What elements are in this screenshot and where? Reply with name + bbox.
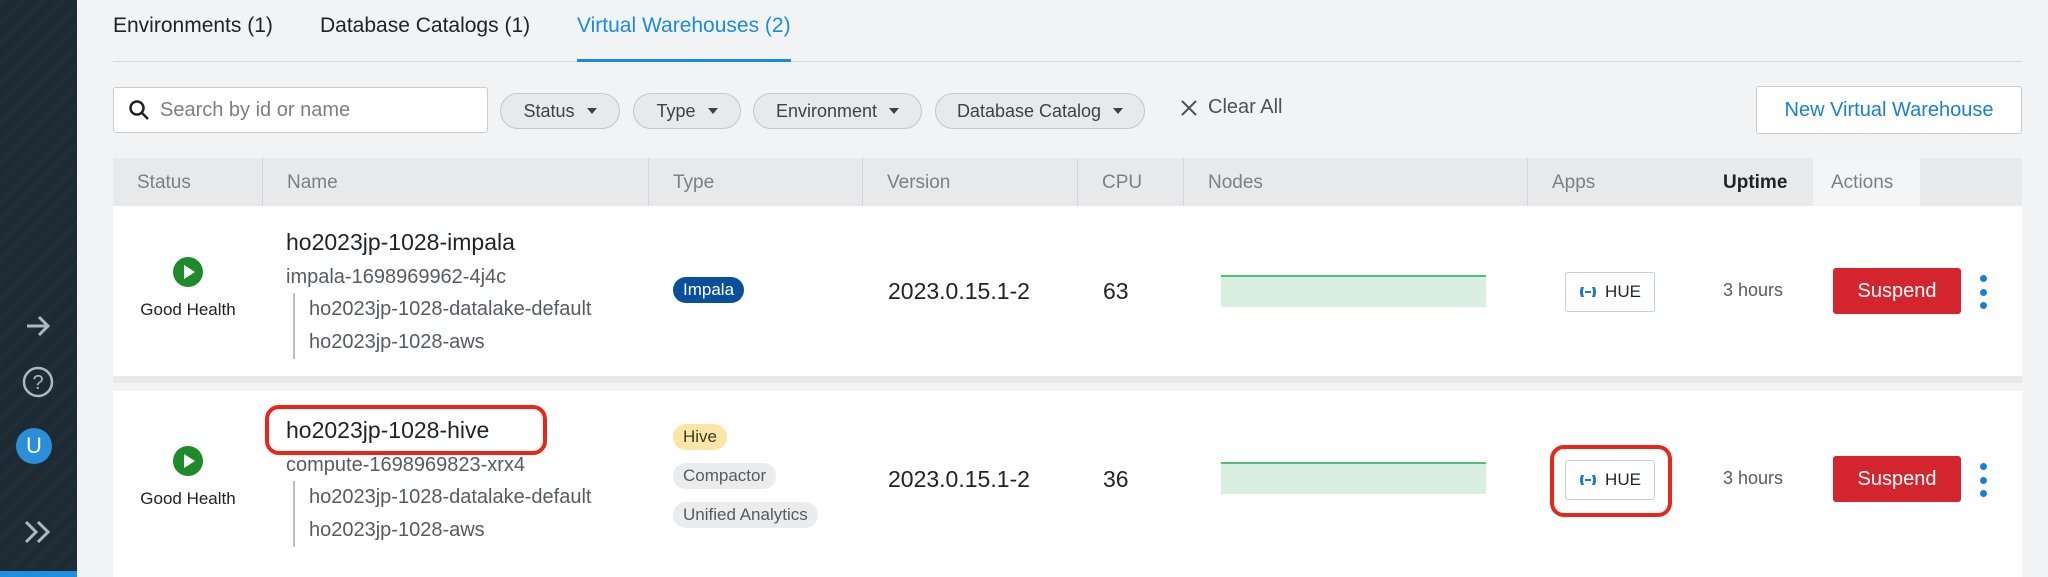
version-text: 2023.0.15.1-2 — [888, 466, 1030, 492]
type-filter[interactable]: Type — [633, 93, 741, 129]
vw-links: ho2023jp-1028-datalake-default ho2023jp-… — [293, 293, 591, 359]
col-cpu[interactable]: CPU — [1102, 172, 1142, 194]
type-badge-unified-analytics: Unified Analytics — [673, 502, 818, 528]
col-version[interactable]: Version — [887, 172, 950, 194]
left-nav: ? U — [0, 0, 77, 577]
nodes-chart — [1221, 462, 1486, 494]
table-row: Good Health ho2023jp-1028-impala impala-… — [113, 206, 2022, 383]
col-uptime[interactable]: Uptime — [1723, 172, 1787, 194]
status-filter[interactable]: Status — [500, 93, 620, 129]
vw-name-link[interactable]: ho2023jp-1028-impala — [286, 229, 515, 256]
col-status[interactable]: Status — [137, 172, 191, 194]
status-filter-label: Status — [523, 100, 575, 121]
tab-bar: Environments (1) Database Catalogs (1) V… — [113, 0, 2022, 62]
health-status: Good Health — [113, 257, 263, 320]
more-options-icon[interactable] — [1973, 463, 1993, 497]
more-options-icon[interactable] — [1973, 275, 1993, 309]
database-catalog-filter-label: Database Catalog — [956, 100, 1102, 121]
play-icon — [173, 446, 203, 476]
hue-label: HUE — [1605, 282, 1641, 301]
health-status: Good Health — [113, 446, 263, 509]
chevron-down-icon — [707, 108, 718, 114]
col-type[interactable]: Type — [673, 172, 714, 194]
close-icon — [1181, 99, 1197, 116]
environment-filter-label: Environment — [775, 100, 878, 121]
type-filter-label: Type — [656, 100, 696, 121]
column-divider — [862, 158, 863, 206]
search-box — [113, 87, 488, 133]
column-divider — [648, 158, 649, 206]
tab-environments[interactable]: Environments (1) — [113, 14, 273, 62]
column-divider — [1527, 158, 1528, 206]
uptime-text: 3 hours — [1723, 468, 1784, 488]
clear-all-label: Clear All — [1208, 96, 1283, 118]
col-name[interactable]: Name — [287, 172, 338, 194]
vw-id: compute-1698969823-xrx4 — [286, 454, 526, 476]
tab-virtual-warehouses[interactable]: Virtual Warehouses (2) — [577, 14, 791, 62]
chevron-down-icon — [889, 108, 900, 114]
search-icon — [129, 100, 149, 120]
environment-link[interactable]: ho2023jp-1028-aws — [309, 514, 591, 547]
suspend-button[interactable]: Suspend — [1833, 268, 1961, 314]
vw-id: impala-1698969962-4j4c — [286, 266, 507, 288]
avatar[interactable]: U — [16, 428, 52, 464]
datalake-link[interactable]: ho2023jp-1028-datalake-default — [309, 293, 591, 326]
expand-nav-icon[interactable] — [14, 510, 62, 554]
arrow-right-icon[interactable] — [14, 304, 62, 348]
type-badge-hive: Hive — [673, 424, 728, 450]
column-divider — [1183, 158, 1184, 206]
environment-filter[interactable]: Environment — [753, 93, 922, 129]
clear-all-button[interactable]: Clear All — [1180, 96, 1282, 119]
type-badge-compactor: Compactor — [673, 463, 777, 489]
nodes-chart — [1221, 275, 1486, 307]
tab-database-catalogs[interactable]: Database Catalogs (1) — [320, 14, 530, 62]
datalake-link[interactable]: ho2023jp-1028-datalake-default — [309, 481, 591, 514]
play-icon — [173, 257, 203, 287]
col-apps[interactable]: Apps — [1552, 172, 1595, 194]
col-actions: Actions — [1831, 172, 1894, 193]
table-header: Status Name Type Version CPU Nodes Apps … — [113, 158, 2022, 206]
chevron-down-icon — [1113, 108, 1124, 114]
database-catalog-filter[interactable]: Database Catalog — [935, 93, 1145, 129]
highlight-hue-button — [1550, 445, 1672, 517]
suspend-button[interactable]: Suspend — [1833, 456, 1961, 502]
cpu-count: 63 — [1103, 278, 1129, 304]
vw-links: ho2023jp-1028-datalake-default ho2023jp-… — [293, 481, 591, 547]
chevron-down-icon — [586, 108, 597, 114]
environment-link[interactable]: ho2023jp-1028-aws — [309, 326, 591, 359]
highlight-vw-name — [265, 405, 547, 455]
type-badge-impala: Impala — [673, 277, 745, 303]
col-nodes[interactable]: Nodes — [1208, 172, 1263, 194]
health-label: Good Health — [140, 300, 236, 319]
nav-accent-strip — [0, 571, 77, 577]
version-text: 2023.0.15.1-2 — [888, 278, 1030, 304]
new-virtual-warehouse-button[interactable]: New Virtual Warehouse — [1756, 86, 2022, 134]
column-divider — [262, 158, 263, 206]
svg-text:?: ? — [32, 372, 43, 394]
hue-app-button[interactable]: HUE — [1565, 272, 1655, 312]
hue-logo-icon — [1580, 287, 1597, 297]
column-divider — [1077, 158, 1078, 206]
cpu-count: 36 — [1103, 466, 1129, 492]
help-icon[interactable]: ? — [14, 360, 62, 404]
health-label: Good Health — [140, 489, 236, 508]
uptime-text: 3 hours — [1723, 280, 1784, 300]
search-input[interactable] — [160, 98, 480, 122]
